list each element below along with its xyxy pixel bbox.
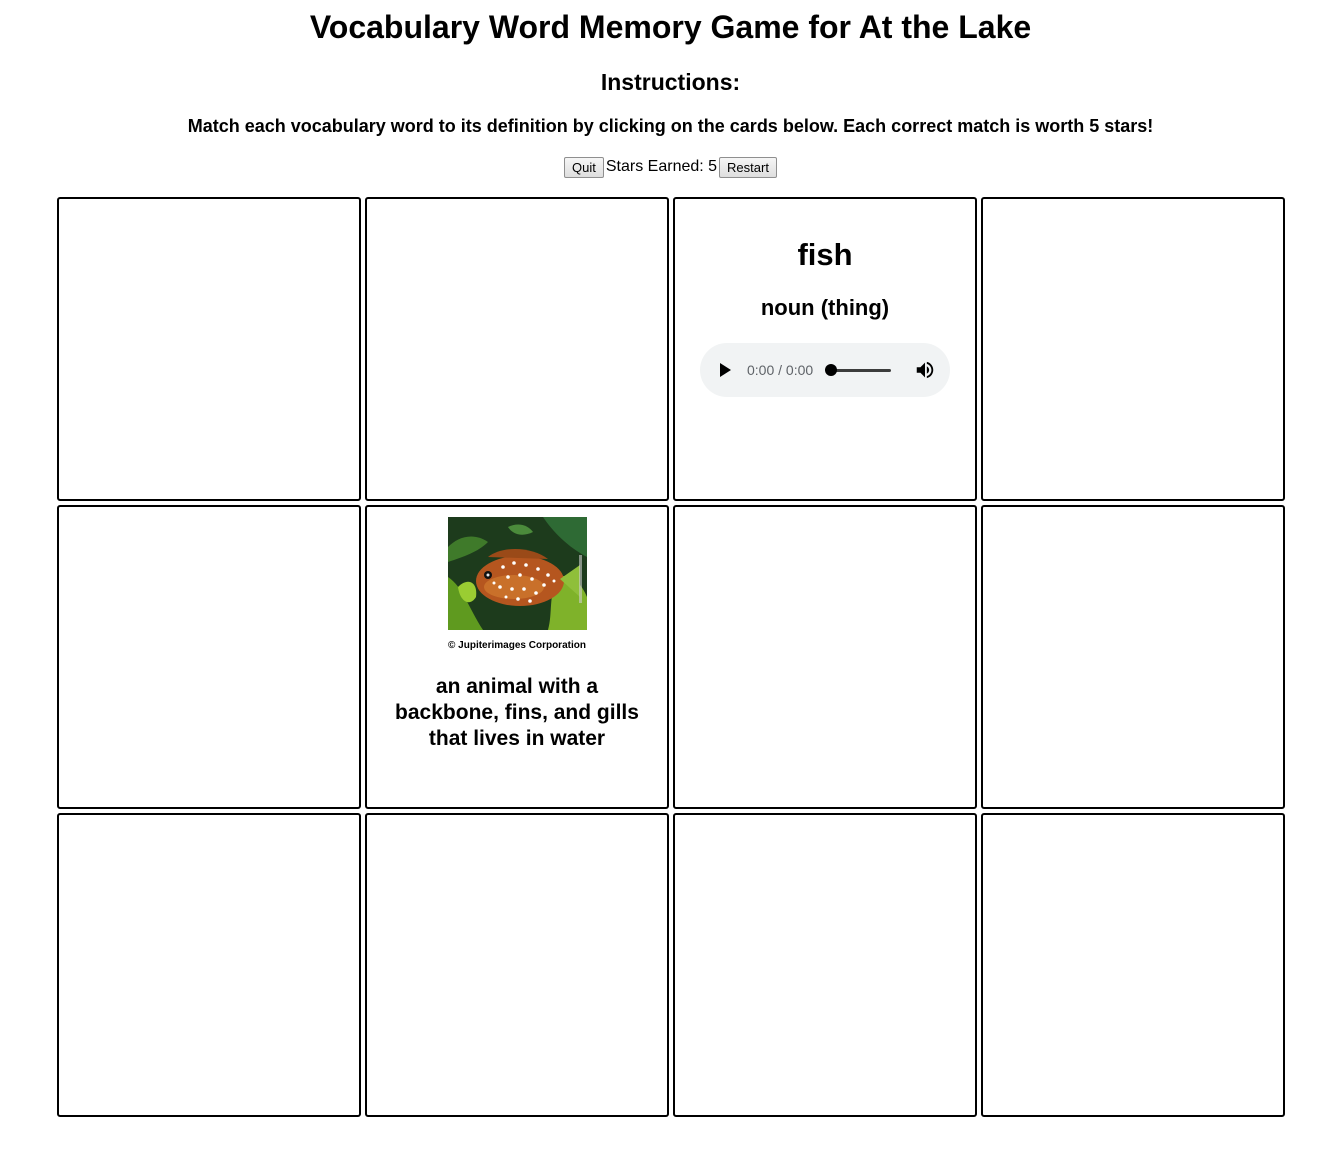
instructions-heading: Instructions:: [600, 69, 741, 95]
part-of-speech: noun (thing): [760, 295, 890, 320]
audio-player[interactable]: 0:00 / 0:00: [700, 343, 950, 397]
page-title: Vocabulary Word Memory Game for At the L…: [309, 9, 1032, 45]
restart-button[interactable]: Restart: [719, 156, 777, 178]
vocabulary-word: fish: [797, 237, 853, 272]
card-7[interactable]: [673, 505, 977, 809]
card-6-definition[interactable]: © Jupiterimages Corporation an animal wi…: [365, 505, 669, 809]
audio-time: 0:00 / 0:00: [747, 362, 814, 378]
card-1[interactable]: [57, 197, 361, 501]
fish-photo-icon: [447, 517, 587, 630]
scrubber-thumb[interactable]: [825, 363, 838, 376]
volume-icon[interactable]: [914, 359, 936, 381]
card-10[interactable]: [365, 813, 669, 1117]
audio-scrubber[interactable]: [825, 363, 892, 376]
card-5[interactable]: [57, 505, 361, 809]
card-9[interactable]: [57, 813, 361, 1117]
card-12[interactable]: [981, 813, 1285, 1117]
card-8[interactable]: [981, 505, 1285, 809]
quit-button[interactable]: Quit: [564, 156, 604, 178]
stars-earned: Stars Earned: 5: [605, 158, 718, 175]
image-copyright: © Jupiterimages Corporation: [448, 640, 586, 651]
card-4[interactable]: [981, 197, 1285, 501]
card-11[interactable]: [673, 813, 977, 1117]
play-icon[interactable]: [720, 363, 731, 377]
definition-text: an animal with a backbone, fins, and gil…: [395, 675, 639, 750]
game-controls: Quit Stars Earned: 5 Restart: [0, 156, 1333, 178]
instructions-text: Match each vocabulary word to its defini…: [187, 116, 1154, 136]
card-3-word[interactable]: fish noun (thing) 0:00 / 0:00: [673, 197, 977, 501]
card-grid: fish noun (thing) 0:00 / 0:00 © Jupiteri…: [57, 197, 1289, 1117]
card-2[interactable]: [365, 197, 669, 501]
